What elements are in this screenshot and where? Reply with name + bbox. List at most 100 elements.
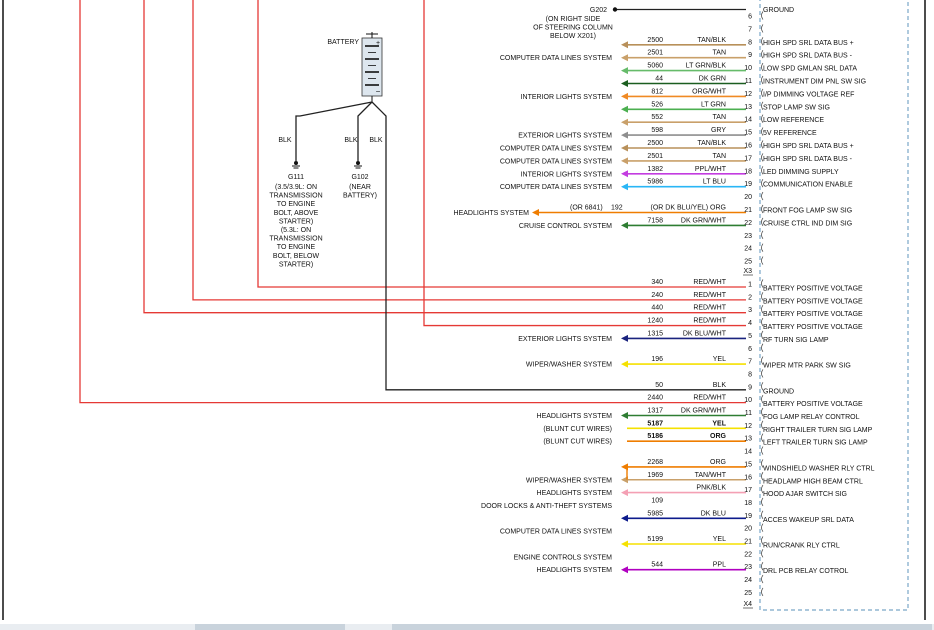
x4-pin-number: 14 [744,449,752,456]
x4-pin-description: BATTERY POSITIVE VOLTAGE [763,298,863,305]
x3-circuit-number: 2500 [647,37,663,44]
x3-circuit-number: 44 [655,76,663,83]
x4-circuit-number: 5985 [647,510,663,517]
x3-circuit-number: 2500 [647,140,663,147]
x4-pin-description: RUN/CRANK RLY CTRL [763,543,840,550]
x4-circuit-number: 440 [651,305,663,312]
x4-pin-number: 6 [748,346,752,353]
x3-circuit-number: 2501 [647,153,663,160]
x4-wire-color: RED/WHT [693,279,726,286]
x4-pin-number: 9 [748,384,752,391]
x3-pin-number: 7 [748,26,752,33]
x4-pin-number: 21 [744,539,752,546]
x4-pin-number: 4 [748,320,752,327]
x4-pin-description: BATTERY POSITIVE VOLTAGE [763,311,863,318]
x4-circuit-number: 2268 [647,459,663,466]
x3-circuit-number: 552 [651,114,663,121]
x3-wire-color: TAN/BLK [697,140,726,147]
x4-wire-color: RED/WHT [693,292,726,299]
x4-pin-number: 25 [744,590,752,597]
x4-wire-color: DK BLU/WHT [683,330,727,337]
g202-note: OF STEERING COLUMN [533,25,613,32]
x3-pin-description: LOW REFERENCE [763,117,824,124]
x4-circuit-number: 544 [651,562,663,569]
x4-pin-number: 7 [748,359,752,366]
x3-pin-number: 15 [744,130,752,137]
x4-pin-number: 22 [744,551,752,558]
pin-bracket [761,497,764,507]
x4-pin-description: FOG LAMP RELAY CONTROL [763,414,860,421]
battery-plus-sign: + [376,40,380,47]
x4-pin-number: 5 [748,333,752,340]
g111-note: TRANSMISSION [269,193,322,200]
x3-wire-color: LT GRN [701,101,726,108]
g111-note: TO ENGINE [277,244,316,251]
ground-wire-g102 [357,101,373,162]
x3-pin-description: COMMUNICATION ENABLE [763,182,853,189]
x3-pin-description: 5V REFERENCE [763,130,817,137]
g202-note: (ON RIGHT SIDE [546,16,601,23]
x3-system-label: CRUISE CONTROL SYSTEM [519,223,612,230]
x4-wire-color: RED/WHT [693,395,726,402]
x4-wire-color: YEL [713,356,726,363]
x3-pin-description: HIGH SPD SRL DATA BUS + [763,40,854,47]
battery-feed-wires [79,0,746,404]
x4-system-label: WIPER/WASHER SYSTEM [526,477,612,484]
x3-pin-number: 9 [748,52,752,59]
x4-pin-number: 13 [744,436,752,443]
x4-system-label: DOOR LOCKS & ANTI-THEFT SYSTEMS [481,503,612,510]
x3-wire-color: TAN [713,114,726,121]
arrow-marker [621,131,628,139]
x4-pin-number: 11 [745,410,752,417]
x3-wire-color: (OR DK BLU/YEL) ORG [651,205,726,212]
x4-pin-number: 15 [744,461,752,468]
g102-note: (NEAR [349,184,371,191]
g111-label: G111 [288,174,304,181]
x4-pin-number: 8 [748,371,752,378]
arrow-marker [621,92,628,100]
x3-circuit-number: 192 [611,205,623,212]
x4-circuit-number: 196 [651,356,663,363]
x4-pin-number: 23 [744,564,752,571]
x4-system-label: (BLUNT CUT WIRES) [543,426,612,433]
x3-pin-description: I/P DIMMING VOLTAGE REF [763,91,854,98]
g111-note: BOLT, ABOVE [274,210,319,217]
x3-pin-number: 19 [744,181,752,188]
wiring-diagram: 6 7 8 HIGH SPD SRL DATA BUS + 2500 TAN/BLK 9 HI… [2,0,926,620]
x4-circuit-number: 5199 [647,536,663,543]
x4-pin-description: DRL PCB RELAY COTROL [763,568,849,575]
arrow-marker [621,54,628,62]
battery-label: BATTERY [327,39,359,46]
x4-circuit-number: 1969 [647,472,663,479]
x3-pin-number: 6 [748,14,752,21]
x4-wire-color: TAN/WHT [695,472,727,479]
pin-bracket [761,343,764,352]
x4-pin-number: 24 [744,577,752,584]
x3-system-label: COMPUTER DATA LINES SYSTEM [500,55,612,62]
x4-pin-number: 2 [748,294,752,301]
x3-wire-color: LT BLU [703,179,726,186]
x4-wire-color: YEL [713,536,726,543]
x3-system-label: COMPUTER DATA LINES SYSTEM [500,146,612,153]
x4-circuit-number: 109 [651,497,663,504]
x4-circuit-number: 50 [655,382,663,389]
arrow-marker [532,209,539,216]
x3-wire-color: LT GRN/BLK [686,63,727,70]
g111-note: STARTER) [279,218,313,225]
x3-system-label: COMPUTER DATA LINES SYSTEM [500,158,612,165]
x4-system-label: COMPUTER DATA LINES SYSTEM [500,529,612,536]
x4-pin-number: 10 [744,397,752,404]
x3-circuit-number: 7158 [647,217,663,224]
arrow-marker [621,360,628,368]
ground-wire-color: BLK [278,137,292,144]
x3-wire-color: TAN/BLK [697,37,726,44]
arrow-marker [621,67,628,75]
pin-bracket [761,574,764,584]
arrow-marker [621,514,628,522]
bottom-scroll-strip [0,624,934,630]
x4-connector-label: X4 [743,601,752,608]
g202-description: GROUND [763,7,794,14]
x4-system-label: HEADLIGHTS SYSTEM [537,413,613,420]
x4-circuit-number: 2440 [647,395,663,402]
g202-label: G202 [590,7,607,14]
